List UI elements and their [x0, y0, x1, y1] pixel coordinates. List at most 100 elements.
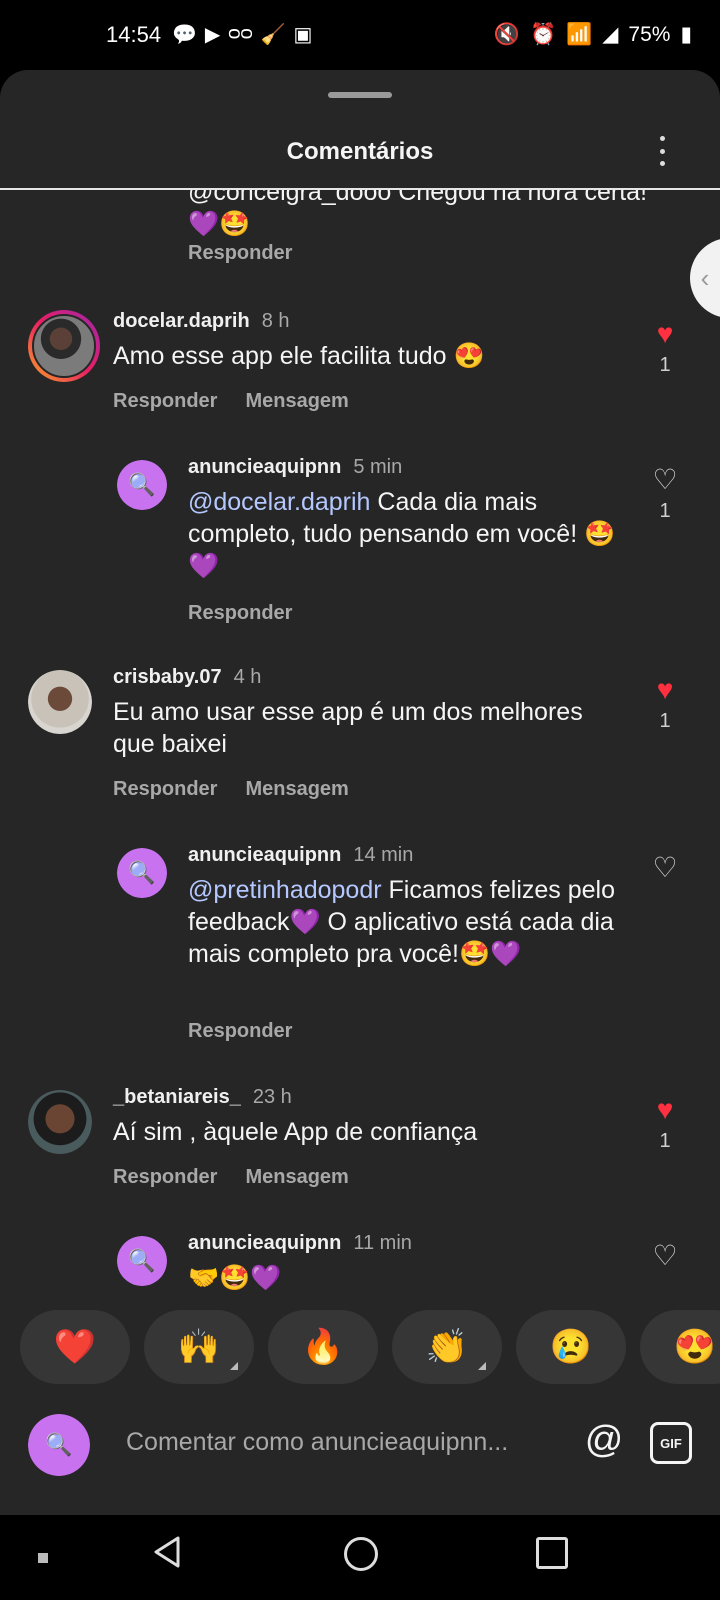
mute-icon: 🔇: [493, 22, 520, 46]
like-count: 1: [659, 354, 671, 376]
comment-text: Amo esse app ele facilita tudo 😍: [113, 342, 485, 370]
alarm-icon: ⏰: [529, 22, 557, 46]
wifi-icon: 📶: [566, 22, 593, 46]
truncated-comment-text: @conceigra_dooo Chegou na hora certa!💜🤩: [188, 190, 648, 238]
comment-username[interactable]: _betaniareis_ 23 h: [113, 1086, 292, 1109]
system-nav-bar: [0, 1515, 720, 1600]
comment-username[interactable]: docelar.daprih 8 h: [113, 310, 290, 333]
avatar[interactable]: [28, 1090, 92, 1154]
comment-text: @docelar.daprih Cada dia mais completo, …: [188, 486, 628, 582]
comment-actions: Responder Mensagem: [113, 1166, 349, 1189]
reaction-fire[interactable]: 🔥: [268, 1310, 378, 1384]
comment-username[interactable]: anuncieaquipnn 5 min: [188, 456, 402, 479]
comment-actions: Responder: [188, 1020, 292, 1043]
comments-list[interactable]: @conceigra_dooo Chegou na hora certa!💜🤩 …: [0, 190, 720, 1385]
avatar[interactable]: 🔍: [117, 1236, 167, 1286]
reply-button[interactable]: Responder: [113, 778, 217, 801]
message-button[interactable]: Mensagem: [245, 1166, 348, 1189]
comment-composer: 🔍 Comentar como anuncieaquipnn... @ GIF: [0, 1400, 720, 1510]
heart-eyes-emoji-icon: 😍: [673, 1328, 717, 1366]
reaction-crying[interactable]: 😢: [516, 1310, 626, 1384]
mention-icon[interactable]: @: [584, 1420, 624, 1460]
fire-emoji-icon: 🔥: [301, 1328, 345, 1366]
more-options-icon[interactable]: [656, 136, 668, 166]
like-control: ♡ 1: [650, 466, 680, 523]
comment-actions: Responder Mensagem: [113, 390, 349, 413]
battery-icon: ▮: [680, 23, 692, 46]
heart-emoji-icon: ❤️: [53, 1328, 97, 1366]
heart-filled-icon[interactable]: ♥: [650, 676, 680, 704]
avatar: 🔍: [28, 1414, 90, 1476]
heart-filled-icon[interactable]: ♥: [650, 320, 680, 348]
gif-button[interactable]: GIF: [650, 1422, 692, 1464]
reply-button[interactable]: Responder: [188, 602, 292, 625]
message-button[interactable]: Mensagem: [245, 778, 348, 801]
heart-outline-icon[interactable]: ♡: [650, 854, 680, 882]
comment-username[interactable]: anuncieaquipnn 14 min: [188, 844, 413, 867]
chevron-left-icon[interactable]: ‹: [690, 238, 720, 318]
message-button[interactable]: Mensagem: [245, 390, 348, 413]
voicemail-icon: ᴑᴑ: [228, 22, 253, 44]
reaction-heart[interactable]: ❤️: [20, 1310, 130, 1384]
comment-text: Aí sim , àquele App de confiança: [113, 1118, 478, 1146]
heart-filled-icon[interactable]: ♥: [650, 1096, 680, 1124]
recent-apps-icon[interactable]: [536, 1537, 568, 1569]
chat-icon: 💬: [172, 24, 197, 46]
comment-actions: Responder Mensagem: [113, 778, 349, 801]
crying-emoji-icon: 😢: [549, 1328, 593, 1366]
reply-button[interactable]: Responder: [113, 390, 217, 413]
comments-sheet: Comentários @conceigra_dooo Chegou na ho…: [0, 70, 720, 1515]
avatar[interactable]: [28, 670, 92, 734]
username-text[interactable]: anuncieaquipnn: [188, 1232, 341, 1254]
system-icons: 🔇 ⏰ 📶 ◢ 75% ▮: [494, 22, 692, 47]
like-control: ♡: [650, 1242, 680, 1270]
status-bar: 14:54 💬 ▶ ᴑᴑ 🧹 ▣ 🔇 ⏰ 📶 ◢ 75% ▮: [0, 0, 720, 70]
comment-text: 🤝🤩💜: [188, 1264, 282, 1292]
sheet-title: Comentários: [286, 138, 434, 165]
like-control: ♥ 1: [650, 1096, 680, 1153]
avatar[interactable]: [28, 310, 100, 382]
comment-time: 8 h: [261, 310, 290, 332]
mention-link[interactable]: @pretinhadopodr: [188, 876, 382, 904]
battery-percent: 75%: [628, 22, 671, 46]
reply-button[interactable]: Responder: [188, 1020, 292, 1043]
like-control: ♡: [650, 854, 680, 888]
like-control: ♥ 1: [650, 320, 680, 377]
raised-hands-emoji-icon: 🙌: [177, 1328, 221, 1366]
back-icon[interactable]: [152, 1535, 182, 1569]
comment-text: Eu amo usar esse app é um dos melhores q…: [113, 698, 583, 758]
status-time: 14:54: [106, 22, 162, 47]
comment-username[interactable]: anuncieaquipnn 11 min: [188, 1232, 412, 1255]
username-text[interactable]: crisbaby.07: [113, 666, 222, 688]
comment-input[interactable]: Comentar como anuncieaquipnn...: [126, 1428, 546, 1457]
notification-icons: 💬 ▶ ᴑᴑ 🧹 ▣: [172, 22, 312, 47]
sim-icon: ▣: [293, 24, 313, 46]
reaction-raised-hands[interactable]: 🙌: [144, 1310, 254, 1384]
reaction-heart-eyes[interactable]: 😍: [640, 1310, 720, 1384]
reaction-clap[interactable]: 👏: [392, 1310, 502, 1384]
like-count: 1: [659, 1130, 671, 1152]
like-control: ♥ 1: [650, 676, 680, 733]
reply-button[interactable]: Responder: [188, 242, 292, 265]
heart-outline-icon[interactable]: ♡: [650, 1242, 680, 1270]
drag-handle[interactable]: [328, 92, 392, 98]
username-text[interactable]: anuncieaquipnn: [188, 844, 341, 866]
comment-username[interactable]: crisbaby.07 4 h: [113, 666, 261, 689]
youtube-icon: ▶: [204, 24, 221, 46]
heart-outline-icon[interactable]: ♡: [650, 466, 680, 494]
home-icon[interactable]: [344, 1537, 378, 1571]
like-count: 1: [659, 500, 671, 522]
reply-button[interactable]: Responder: [113, 1166, 217, 1189]
quick-reactions-bar: ❤️ 🙌 🔥 👏 😢 😍: [20, 1310, 720, 1386]
like-count: 1: [659, 710, 671, 732]
username-text[interactable]: _betaniareis_: [113, 1086, 241, 1108]
comment-time: 23 h: [252, 1086, 292, 1108]
mention-link[interactable]: @docelar.daprih: [188, 488, 370, 516]
comment-time: 4 h: [233, 666, 262, 688]
signal-icon: ◢: [602, 23, 619, 46]
avatar[interactable]: 🔍: [117, 460, 167, 510]
menu-icon[interactable]: [38, 1553, 48, 1563]
username-text[interactable]: anuncieaquipnn: [188, 456, 341, 478]
username-text[interactable]: docelar.daprih: [113, 310, 250, 332]
avatar[interactable]: 🔍: [117, 848, 167, 898]
